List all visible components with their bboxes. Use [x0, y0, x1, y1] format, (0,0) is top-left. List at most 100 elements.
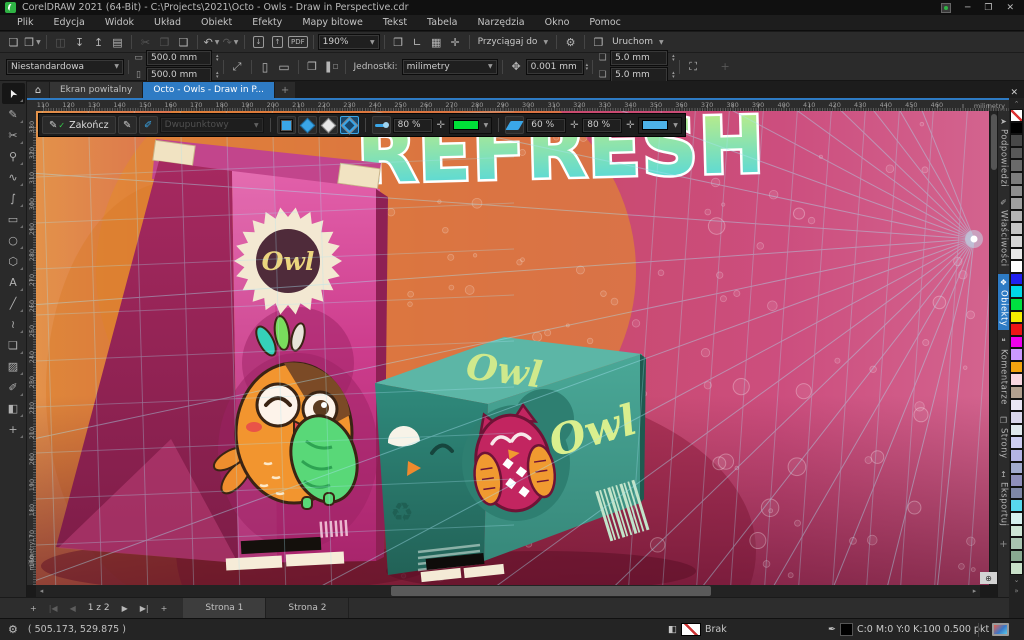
color-swatch[interactable]	[1010, 134, 1023, 147]
add-page-button[interactable]: +	[24, 604, 43, 613]
fullscreen-preview-button[interactable]: ❐	[390, 34, 407, 51]
menu-pomoc[interactable]: Pomoc	[580, 16, 630, 29]
publish-pdf-button[interactable]: PDF	[288, 34, 308, 51]
import-button[interactable]: ↓	[250, 34, 267, 51]
open-document-button[interactable]: ❒▼	[24, 34, 41, 51]
home-tab-icon[interactable]: ⌂	[27, 82, 49, 98]
duplicate-y-spinner[interactable]: ▴▾	[672, 71, 675, 79]
last-page-button[interactable]: ▶|	[134, 604, 155, 613]
color-swatch[interactable]	[1010, 260, 1023, 273]
page-width-field[interactable]: 500.0 mm	[146, 50, 212, 66]
drawing-canvas[interactable]: REFRESH Owl	[36, 111, 989, 585]
grid-color-dropdown[interactable]: ▼	[638, 117, 682, 134]
line-color-dropdown[interactable]: ▼	[449, 117, 493, 134]
shape-tool[interactable]: ✎	[2, 104, 25, 125]
horizon-line-icon[interactable]	[372, 116, 391, 134]
crop-tool[interactable]: ✂	[2, 125, 25, 146]
prev-page-button[interactable]: ◀	[64, 604, 82, 613]
color-proof-monitor-icon[interactable]	[992, 623, 1009, 636]
color-swatch[interactable]	[1010, 248, 1023, 261]
launch-icon[interactable]: ❐	[590, 34, 607, 51]
vertical-opacity-field[interactable]: 60 %	[526, 118, 566, 133]
rectangle-tool[interactable]: ▭	[2, 209, 25, 230]
add-tools[interactable]: +	[2, 419, 25, 440]
show-rulers-button[interactable]: ∟	[409, 34, 426, 51]
current-page-button[interactable]: ❚□	[323, 58, 340, 75]
color-swatch[interactable]	[1010, 159, 1023, 172]
docker-tab-podpowiedzi[interactable]: ➤Podpowiedzi	[998, 113, 1010, 191]
horizontal-scrollbar[interactable]: ◂ ▸	[36, 585, 980, 597]
color-swatch[interactable]	[1010, 235, 1023, 248]
menu-efekty[interactable]: Efekty	[243, 16, 291, 29]
perspective-type-select[interactable]: Dwupunktowy▼	[160, 117, 264, 133]
options-gear-button[interactable]: ⚙	[562, 34, 579, 51]
menu-narzędzia[interactable]: Narzędzia	[468, 16, 533, 29]
text-tool[interactable]: A	[2, 272, 25, 293]
docker-tab-strony[interactable]: ❐Strony	[998, 412, 1010, 463]
first-page-button[interactable]: |◀	[43, 604, 64, 613]
page-tab-strona-2[interactable]: Strona 2	[266, 598, 349, 618]
page-preset-select[interactable]: Niestandardowa▼	[6, 59, 124, 75]
menu-układ[interactable]: Układ	[145, 16, 190, 29]
units-select[interactable]: milimetry▼	[402, 59, 498, 75]
horizontal-opacity-stepper[interactable]: ✛	[624, 120, 636, 131]
lock-perspective-button[interactable]: ✎	[118, 116, 137, 134]
new-document-button[interactable]: ❏	[5, 34, 22, 51]
show-grid-button[interactable]: ▦	[428, 34, 445, 51]
document-navigator-button[interactable]: ⊕	[980, 572, 997, 584]
color-swatch[interactable]	[1010, 210, 1023, 223]
color-swatch[interactable]	[1010, 424, 1023, 437]
connector-tool[interactable]: ≀	[2, 314, 25, 335]
minimize-button[interactable]: ─	[965, 3, 970, 13]
color-swatch[interactable]	[1010, 172, 1023, 185]
eyedropper-tool[interactable]: ✐	[2, 377, 25, 398]
color-swatch[interactable]	[1010, 537, 1023, 550]
plane-all-button[interactable]	[277, 116, 296, 134]
scroll-left-arrow[interactable]: ◂	[36, 587, 47, 595]
color-swatch[interactable]	[1010, 386, 1023, 399]
color-swatch-none[interactable]	[1010, 109, 1023, 122]
line-opacity-field[interactable]: 80 %	[393, 118, 433, 133]
print-button[interactable]: ▤	[109, 34, 126, 51]
plane-active-button[interactable]	[340, 116, 359, 134]
palette-scroll-up[interactable]: ⌃	[1014, 98, 1020, 109]
tabbar-close-icon[interactable]: ✕	[1010, 88, 1024, 98]
color-swatch[interactable]	[1010, 311, 1023, 324]
new-tab-button[interactable]: +	[275, 82, 295, 98]
zoom-tool[interactable]: ⚲	[2, 146, 25, 167]
vertical-ruler[interactable]: milimetry 330320310300290280270260250240…	[27, 111, 36, 585]
snap-to-dropdown[interactable]: Przyciągaj do▼	[474, 37, 552, 47]
freehand-tool[interactable]: ∿	[2, 167, 25, 188]
color-swatch[interactable]	[1010, 512, 1023, 525]
color-swatch[interactable]	[1010, 361, 1023, 374]
duplicate-x-field[interactable]: 5.0 mm	[610, 50, 668, 66]
color-swatch[interactable]	[1010, 499, 1023, 512]
horizontal-scrollbar-thumb[interactable]	[391, 586, 711, 596]
landscape-button[interactable]: ▭	[276, 58, 293, 75]
color-swatch[interactable]	[1010, 449, 1023, 462]
tab-document[interactable]: Octo - Owls - Draw in P...	[143, 82, 274, 98]
add-docker-button[interactable]: +	[999, 539, 1007, 550]
color-swatch[interactable]	[1010, 273, 1023, 286]
finish-perspective-button[interactable]: ✎✓ Zakończ	[42, 116, 116, 134]
copy-perspective-button[interactable]: ✐	[139, 116, 158, 134]
export-button[interactable]: ↑	[269, 34, 286, 51]
paste-button[interactable]: ❑	[175, 34, 192, 51]
launch-dropdown[interactable]: Uruchom▼	[608, 37, 668, 47]
ruler-origin-corner[interactable]	[27, 98, 36, 111]
color-swatch[interactable]	[1010, 462, 1023, 475]
color-swatch[interactable]	[1010, 285, 1023, 298]
grid-plane-icon[interactable]	[505, 116, 524, 134]
restore-button[interactable]: ❐	[984, 3, 992, 13]
transparency-tool[interactable]: ▨	[2, 356, 25, 377]
color-swatch[interactable]	[1010, 185, 1023, 198]
treat-as-filled-button[interactable]: ⛶	[685, 58, 702, 75]
undo-button[interactable]: ↶▼	[203, 34, 220, 51]
color-swatch[interactable]	[1010, 550, 1023, 563]
ellipse-tool[interactable]: ○	[2, 230, 25, 251]
menu-obiekt[interactable]: Obiekt	[192, 16, 241, 29]
account-icon[interactable]	[941, 3, 951, 13]
color-swatch[interactable]	[1010, 373, 1023, 386]
autofit-page-button[interactable]: ⤢	[229, 58, 246, 75]
menu-edycja[interactable]: Edycja	[45, 16, 94, 29]
